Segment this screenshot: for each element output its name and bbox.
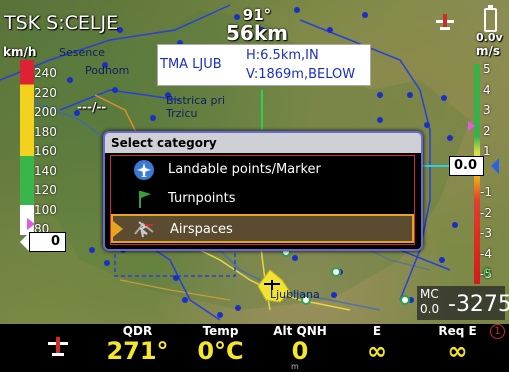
vario-tick-label: 4 <box>483 82 491 97</box>
moving-map-screen[interactable]: TSK S:CELJE 91° 56km TMA LJUB H:6.5km,IN… <box>0 0 509 372</box>
bottom-infobox-bar: QDR 271° Temp 0°C Alt QNH 0 E ∞ Req E ∞ <box>0 324 509 372</box>
speed-readout: 0 <box>29 232 66 252</box>
speed-tick-label: 120 <box>34 183 57 197</box>
category-item-airspaces[interactable]: Airspaces <box>111 214 414 243</box>
mc-value: 0.0 <box>420 302 440 316</box>
mc-altitude-box[interactable]: MC 0.0 -3275 <box>417 286 509 320</box>
dialog-title-bar: Select category <box>105 133 421 153</box>
infobox-req-e[interactable]: Req E ∞ <box>430 324 485 364</box>
map-label-sesence: Sesence <box>59 46 106 59</box>
vario-pointer-icon <box>491 158 499 174</box>
speed-tick-label: 220 <box>34 85 57 100</box>
glider-menu-icon[interactable] <box>45 336 71 360</box>
speed-tick-label: 200 <box>34 105 57 119</box>
mc-label: MC <box>420 287 439 301</box>
battery-voltage: 0.0v <box>476 31 503 44</box>
distance-value: 56km <box>226 21 288 45</box>
distance-readout: 91° 56km <box>226 8 288 45</box>
vario-tick-label: -4 <box>480 246 492 261</box>
category-label: Landable points/Marker <box>168 162 321 177</box>
infobox-value: 0 <box>291 337 309 365</box>
speed-tick-label: 240 <box>34 66 57 80</box>
airspace-vertical: V:1869m,BELOW <box>246 67 356 82</box>
speed-tick-label: 180 <box>34 124 57 139</box>
infobox-alt-qnh[interactable]: Alt QNH 0 <box>265 324 335 364</box>
map-label-ljubljana: Ljubljana <box>270 288 320 301</box>
vario-tick-label: 3 <box>483 103 491 117</box>
category-label: Airspaces <box>170 222 233 237</box>
infobox-title: QDR <box>122 324 153 338</box>
alert-badge[interactable]: 1 <box>490 324 505 339</box>
category-item-landable[interactable]: Landable points/Marker <box>111 156 414 185</box>
speed-value: 0 <box>51 234 61 249</box>
infobox-title: Temp <box>202 324 239 338</box>
category-item-turnpoints[interactable]: Turnpoints <box>111 185 414 214</box>
battery-icon <box>484 5 497 32</box>
vario-tick-label: -3 <box>480 226 492 240</box>
airplane-icon <box>134 160 154 180</box>
speed-unit: km/h <box>3 45 37 59</box>
vario-bug-icon <box>468 121 475 131</box>
infobox-title: Req E <box>438 324 477 338</box>
infobox-qdr[interactable]: QDR 271° <box>105 324 170 364</box>
speed-tick-label: 100 <box>34 202 57 217</box>
category-label: Turnpoints <box>168 191 236 206</box>
airspace-name: TMA LJUB <box>160 57 222 72</box>
dialog-title: Select category <box>111 136 217 150</box>
map-label-bistrica: Bistrica pri Trzicu <box>166 94 226 120</box>
alt-unit: m <box>291 362 299 371</box>
airspace-info-popup[interactable]: TMA LJUB H:6.5km,IN V:1869m,BELOW <box>157 44 371 86</box>
glider-logo-icon <box>436 14 454 30</box>
infobox-value: ∞ <box>447 337 468 365</box>
vario-tick-label: -2 <box>480 205 492 220</box>
infobox-temp[interactable]: Temp 0°C <box>188 324 253 364</box>
flag-icon <box>139 191 151 208</box>
airspace-icon <box>134 221 154 238</box>
infobox-value: 0°C <box>197 337 244 365</box>
airspace-horizontal: H:6.5km,IN <box>246 48 319 63</box>
speed-tick-label: 160 <box>34 144 57 158</box>
task-title: TSK S:CELJE <box>4 12 119 34</box>
infobox-title: E <box>372 324 382 338</box>
vario-tick-label: -1 <box>480 185 492 199</box>
infobox-e[interactable]: E ∞ <box>352 324 402 364</box>
speed-bug-icon <box>27 218 35 230</box>
vario-value: 0.0 <box>454 158 478 173</box>
select-category-dialog: Select category Landable points/Marker T… <box>103 131 423 251</box>
speed-tape <box>20 60 34 235</box>
vario-tick-label: 1 <box>483 144 491 158</box>
infobox-value: 271° <box>106 337 169 365</box>
altitude-diff-value: -3275 <box>448 292 509 317</box>
vario-tick-label: 5 <box>483 62 491 76</box>
infobox-value: ∞ <box>367 337 387 365</box>
vario-tick-label: 0 <box>483 266 491 280</box>
speed-tick-label: 140 <box>34 163 57 178</box>
map-label-podhom: Podhom <box>85 64 130 77</box>
map-label-dashes: ---/-- <box>77 100 107 114</box>
category-list: Landable points/Marker Turnpoints Airspa… <box>110 155 415 245</box>
vario-unit: m/s <box>476 44 501 58</box>
infobox-title: Alt QNH <box>273 324 327 338</box>
selection-arrow-icon <box>113 221 123 237</box>
vario-readout: 0.0 <box>449 156 484 176</box>
vario-tick-label: 2 <box>483 123 491 138</box>
